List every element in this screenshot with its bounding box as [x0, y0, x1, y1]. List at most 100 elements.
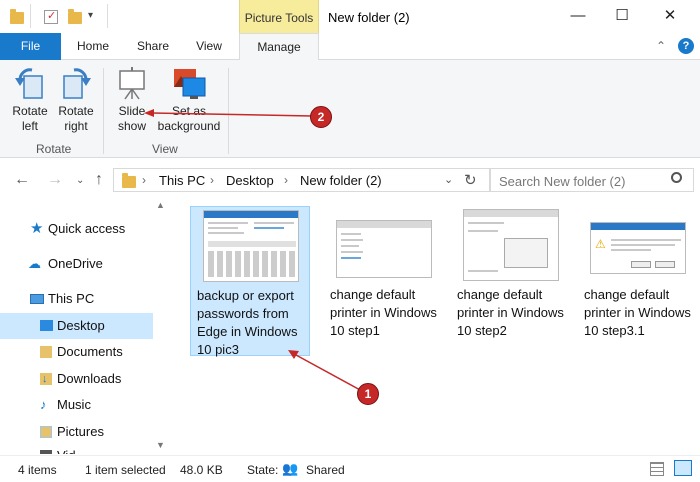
- new-folder-icon[interactable]: [68, 9, 82, 24]
- rotate-right-icon: [63, 68, 91, 99]
- breadcrumb-separator[interactable]: ›: [284, 173, 288, 187]
- nav-item-onedrive[interactable]: ☁ OneDrive: [0, 251, 153, 277]
- breadcrumb-separator[interactable]: ›: [210, 173, 214, 187]
- large-icons-view-icon[interactable]: [674, 460, 692, 476]
- divider: [107, 4, 108, 28]
- download-arrow-icon: ↓: [42, 373, 48, 385]
- nav-item-label: Quick access: [48, 221, 126, 236]
- scroll-up-icon[interactable]: ▲: [156, 200, 165, 210]
- nav-item-label: Documents: [57, 344, 123, 359]
- tab-home[interactable]: Home: [70, 33, 116, 60]
- nav-item-pictures[interactable]: Pictures: [0, 419, 153, 445]
- refresh-icon[interactable]: ↻: [464, 171, 477, 189]
- rotate-left-label-2: left: [21, 119, 38, 133]
- address-bar[interactable]: › This PC › Desktop › New folder (2) ⌄ ↻: [113, 168, 490, 192]
- customize-quick-access-icon[interactable]: ▾: [88, 10, 93, 21]
- nav-item-desktop[interactable]: Desktop: [0, 313, 153, 339]
- status-bar: 4 items 1 item selected 48.0 KB State: 👥…: [0, 455, 700, 482]
- file-thumbnail: ⚠: [590, 222, 686, 274]
- group-separator: [103, 68, 104, 154]
- nav-item-label: OneDrive: [48, 256, 103, 271]
- star-icon: ★: [30, 220, 44, 237]
- title-bar: ✓ ▾ Picture Tools New folder (2) — ☐ ✕: [0, 0, 700, 33]
- nav-item-this-pc[interactable]: This PC: [0, 286, 153, 312]
- tab-file[interactable]: File: [0, 33, 61, 60]
- details-view-icon[interactable]: [650, 462, 664, 476]
- rotate-left-label: Rotate: [12, 104, 48, 118]
- scroll-down-icon[interactable]: ▼: [156, 440, 165, 450]
- file-item[interactable]: change default printer in Windows 10 ste…: [324, 206, 444, 356]
- recent-locations-icon[interactable]: ⌄: [76, 175, 84, 186]
- navigation-pane: ★ Quick access ☁ OneDrive This PC Deskto…: [0, 200, 170, 454]
- nav-item-documents[interactable]: Documents: [0, 339, 153, 365]
- desktop-folder-icon: [40, 320, 53, 331]
- help-icon[interactable]: ?: [678, 38, 694, 54]
- breadcrumb-new-folder[interactable]: New folder (2): [300, 173, 382, 188]
- contextual-tab-label: Picture Tools: [244, 11, 314, 25]
- selection-count: 1 item selected: [85, 463, 166, 477]
- file-thumbnail: [336, 220, 432, 278]
- selection-size: 48.0 KB: [180, 463, 223, 477]
- file-name: change default printer in Windows 10 ste…: [457, 287, 564, 338]
- nav-pane-scrollbar[interactable]: ▲ ▼: [153, 200, 168, 454]
- file-item[interactable]: ⚠ change default printer in Windows 10 s…: [578, 206, 698, 356]
- rotate-left-button[interactable]: Rotate left: [8, 66, 52, 134]
- folder-icon: [122, 173, 136, 188]
- nav-item-videos[interactable]: Vid: [0, 443, 153, 454]
- up-arrow-icon[interactable]: ↑: [95, 171, 103, 189]
- close-button[interactable]: ✕: [660, 6, 680, 26]
- annotation-badge-1: 1: [357, 383, 379, 405]
- group-label-view: View: [152, 142, 178, 156]
- shared-users-icon: 👥: [282, 461, 299, 476]
- file-item[interactable]: change default printer in Windows 10 ste…: [451, 206, 571, 356]
- pictures-icon: [40, 426, 52, 438]
- slide-show-icon: [119, 67, 145, 100]
- documents-icon: [40, 346, 52, 358]
- breadcrumb-desktop[interactable]: Desktop: [226, 173, 274, 188]
- rotate-right-label: Rotate: [58, 104, 94, 118]
- ribbon-body: Rotate left Rotate right Slide show Set …: [0, 60, 700, 158]
- annotation-badge-2: 2: [310, 106, 332, 128]
- contextual-tab-group: Picture Tools: [239, 0, 319, 33]
- divider: [30, 4, 31, 28]
- nav-item-quick-access[interactable]: ★ Quick access: [0, 216, 153, 242]
- search-input[interactable]: Search New folder (2): [490, 168, 694, 192]
- rotate-left-icon: [15, 68, 43, 99]
- file-item[interactable]: backup or export passwords from Edge in …: [190, 206, 310, 357]
- folder-icon: [10, 9, 24, 24]
- set-as-background-icon: [174, 69, 206, 99]
- breadcrumb-separator[interactable]: ›: [142, 173, 146, 187]
- state-label: State:: [247, 463, 279, 477]
- tab-view[interactable]: View: [186, 33, 232, 60]
- music-icon: ♪: [40, 397, 47, 412]
- forward-arrow-icon[interactable]: →: [47, 171, 63, 189]
- rotate-right-button[interactable]: Rotate right: [54, 66, 98, 134]
- properties-icon[interactable]: ✓: [44, 10, 58, 24]
- navigation-row: ← → ⌄ ↑ › This PC › Desktop › New folder…: [0, 160, 700, 200]
- file-thumbnail: [203, 210, 299, 282]
- tab-manage[interactable]: Manage: [239, 33, 319, 61]
- nav-item-label: Vid: [57, 443, 76, 454]
- nav-item-music[interactable]: ♪ Music: [0, 392, 153, 418]
- tab-share[interactable]: Share: [128, 33, 178, 60]
- nav-item-label: Downloads: [57, 371, 122, 386]
- nav-item-label: Pictures: [57, 424, 104, 439]
- ribbon-tabs: File Home Share View Manage ⌃ ?: [0, 33, 700, 61]
- state-value: Shared: [306, 463, 345, 477]
- address-dropdown-icon[interactable]: ⌄: [444, 173, 453, 186]
- nav-item-label: Music: [57, 397, 91, 412]
- minimize-ribbon-icon[interactable]: ⌃: [656, 39, 666, 53]
- nav-item-label: This PC: [48, 291, 95, 306]
- group-label-rotate: Rotate: [36, 142, 72, 156]
- search-icon[interactable]: [671, 172, 682, 183]
- maximize-button[interactable]: ☐: [612, 6, 632, 26]
- computer-icon: [30, 294, 44, 304]
- nav-item-downloads[interactable]: ↓ Downloads: [0, 366, 153, 392]
- videos-icon: [40, 450, 52, 454]
- minimize-button[interactable]: —: [568, 6, 588, 26]
- rotate-right-label-2: right: [64, 119, 88, 133]
- breadcrumb-this-pc[interactable]: This PC: [159, 173, 205, 188]
- file-name: change default printer in Windows 10 ste…: [330, 287, 437, 338]
- back-arrow-icon[interactable]: ←: [14, 171, 30, 189]
- cloud-icon: ☁: [28, 256, 41, 271]
